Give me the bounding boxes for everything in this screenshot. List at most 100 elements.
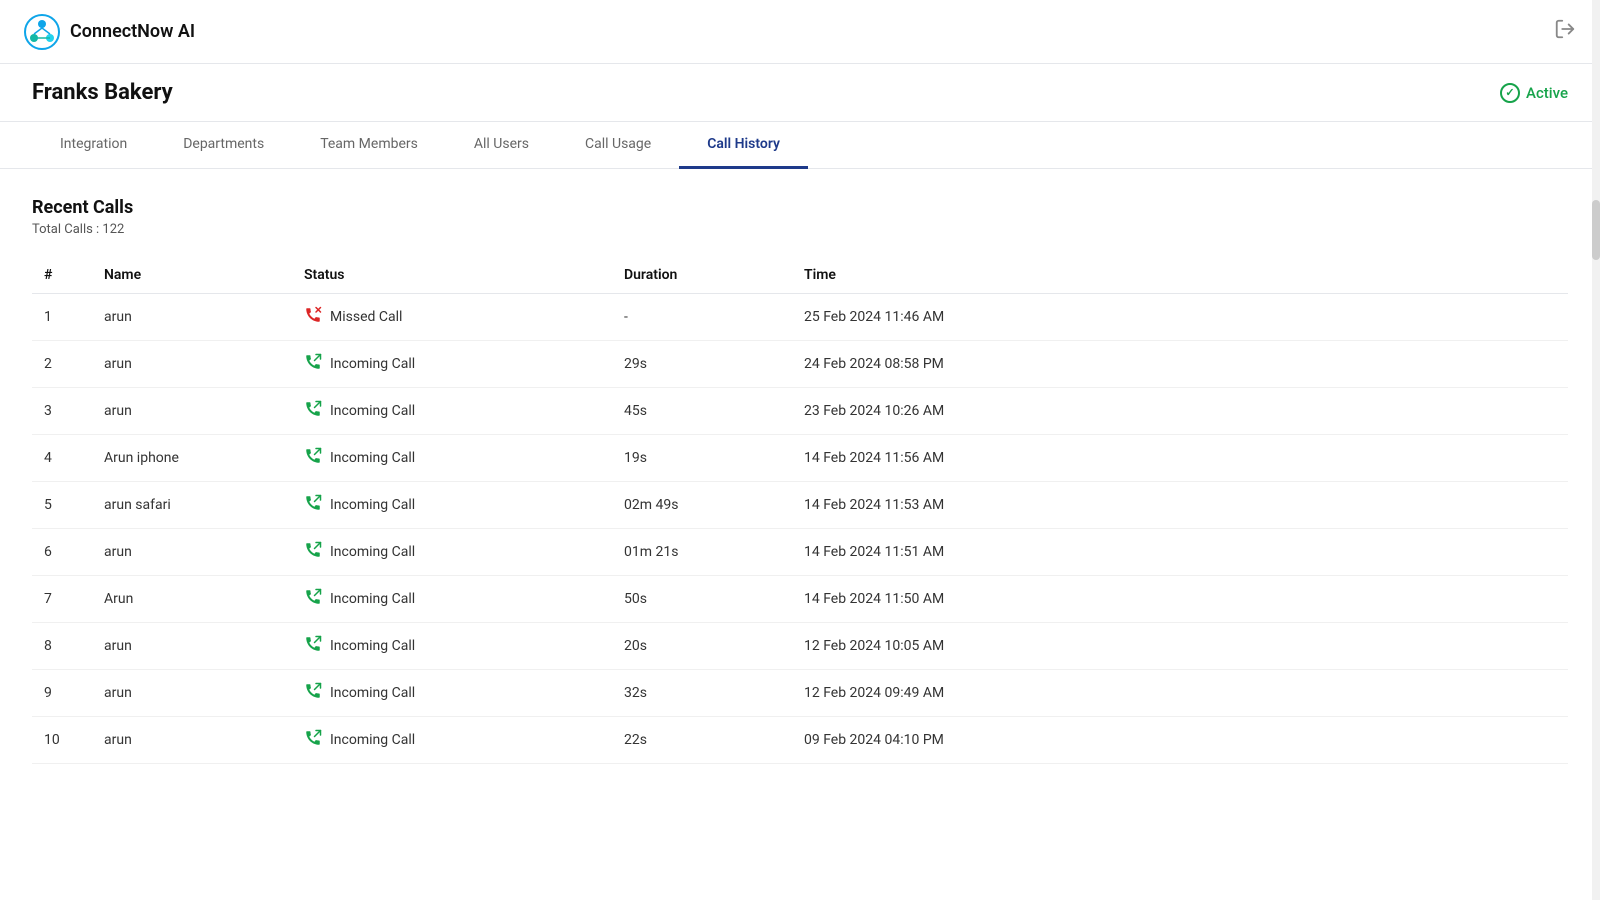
logo-icon [24,14,60,50]
cell-status: Incoming Call [292,670,612,717]
cell-name: Arun [92,576,292,623]
incoming-call-icon [304,494,322,516]
logout-button[interactable] [1554,18,1576,46]
cell-duration: 45s [612,388,792,435]
cell-num: 4 [32,435,92,482]
logo-area: ConnectNow AI [24,14,195,50]
cell-num: 8 [32,623,92,670]
cell-status: Incoming Call [292,341,612,388]
active-check-icon [1500,83,1520,103]
col-header-name: Name [92,257,292,294]
cell-time: 09 Feb 2024 04:10 PM [792,717,1568,764]
total-calls: Total Calls : 122 [32,222,1568,237]
col-header-time: Time [792,257,1568,294]
cell-duration: 29s [612,341,792,388]
tab-team-members[interactable]: Team Members [292,122,446,169]
incoming-call-icon [304,729,322,751]
table-row: 10arun Incoming Call22s09 Feb 2024 04:10… [32,717,1568,764]
status-label: Incoming Call [330,685,415,701]
status-label: Incoming Call [330,450,415,466]
section-title: Recent Calls [32,197,1568,218]
cell-num: 7 [32,576,92,623]
status-label: Incoming Call [330,356,415,372]
cell-status: Incoming Call [292,623,612,670]
cell-name: arun [92,623,292,670]
cell-num: 6 [32,529,92,576]
status-label: Incoming Call [330,544,415,560]
cell-time: 14 Feb 2024 11:50 AM [792,576,1568,623]
incoming-call-icon [304,588,322,610]
cell-name: arun [92,294,292,341]
cell-duration: 22s [612,717,792,764]
tab-call-history[interactable]: Call History [679,122,808,169]
scrollbar-thumb[interactable] [1592,200,1600,260]
status-label: Missed Call [330,309,402,325]
cell-name: arun safari [92,482,292,529]
incoming-call-icon [304,635,322,657]
status-label: Incoming Call [330,497,415,513]
tabs-bar: Integration Departments Team Members All… [0,122,1600,169]
sub-header: Franks Bakery Active [0,64,1600,122]
table-row: 4Arun iphone Incoming Call19s14 Feb 2024… [32,435,1568,482]
incoming-call-icon [304,353,322,375]
cell-status: Incoming Call [292,529,612,576]
cell-time: 12 Feb 2024 10:05 AM [792,623,1568,670]
cell-time: 14 Feb 2024 11:51 AM [792,529,1568,576]
cell-name: arun [92,388,292,435]
cell-time: 14 Feb 2024 11:53 AM [792,482,1568,529]
cell-duration: 01m 21s [612,529,792,576]
cell-num: 10 [32,717,92,764]
table-row: 9arun Incoming Call32s12 Feb 2024 09:49 … [32,670,1568,717]
status-label: Incoming Call [330,591,415,607]
cell-time: 12 Feb 2024 09:49 AM [792,670,1568,717]
tab-call-usage[interactable]: Call Usage [557,122,679,169]
cell-num: 5 [32,482,92,529]
cell-time: 23 Feb 2024 10:26 AM [792,388,1568,435]
incoming-call-icon [304,541,322,563]
cell-duration: 50s [612,576,792,623]
col-header-num: # [32,257,92,294]
cell-num: 1 [32,294,92,341]
table-row: 3arun Incoming Call 45s23 Feb 2024 10:26 … [32,388,1568,435]
table-row: 7Arun Incoming Call 50s14 Feb 2024 11:50 … [32,576,1568,623]
top-bar: ConnectNow AI [0,0,1600,64]
missed-call-icon [304,306,322,328]
cell-duration: 32s [612,670,792,717]
active-badge: Active [1500,83,1568,119]
status-label: Incoming Call [330,638,415,654]
status-label: Incoming Call [330,403,415,419]
cell-time: 25 Feb 2024 11:46 AM [792,294,1568,341]
cell-duration: 20s [612,623,792,670]
incoming-call-icon [304,400,322,422]
table-row: 5arun safari Incoming Call 02m 49s14 Feb … [32,482,1568,529]
cell-num: 9 [32,670,92,717]
cell-duration: - [612,294,792,341]
table-row: 2arun Incoming Call 29s24 Feb 2024 08:58 … [32,341,1568,388]
tab-all-users[interactable]: All Users [446,122,557,169]
cell-name: arun [92,341,292,388]
cell-status: Incoming Call [292,388,612,435]
scrollbar[interactable] [1592,0,1600,900]
col-header-status: Status [292,257,612,294]
tab-integration[interactable]: Integration [32,122,155,169]
active-label: Active [1526,84,1568,102]
cell-duration: 02m 49s [612,482,792,529]
col-header-duration: Duration [612,257,792,294]
cell-num: 3 [32,388,92,435]
tab-departments[interactable]: Departments [155,122,292,169]
cell-status: Missed Call [292,294,612,341]
main-content: Recent Calls Total Calls : 122 # Name St… [0,169,1600,792]
cell-duration: 19s [612,435,792,482]
cell-status: Incoming Call [292,717,612,764]
calls-table: # Name Status Duration Time 1arun Missed… [32,257,1568,764]
cell-time: 14 Feb 2024 11:56 AM [792,435,1568,482]
table-row: 6arun Incoming Call01m 21s14 Feb 2024 11… [32,529,1568,576]
company-name: Franks Bakery [32,80,173,121]
cell-num: 2 [32,341,92,388]
cell-status: Incoming Call [292,435,612,482]
status-label: Incoming Call [330,732,415,748]
cell-status: Incoming Call [292,576,612,623]
cell-time: 24 Feb 2024 08:58 PM [792,341,1568,388]
table-row: 1arun Missed Call -25 Feb 2024 11:46 AM [32,294,1568,341]
incoming-call-icon [304,447,322,469]
